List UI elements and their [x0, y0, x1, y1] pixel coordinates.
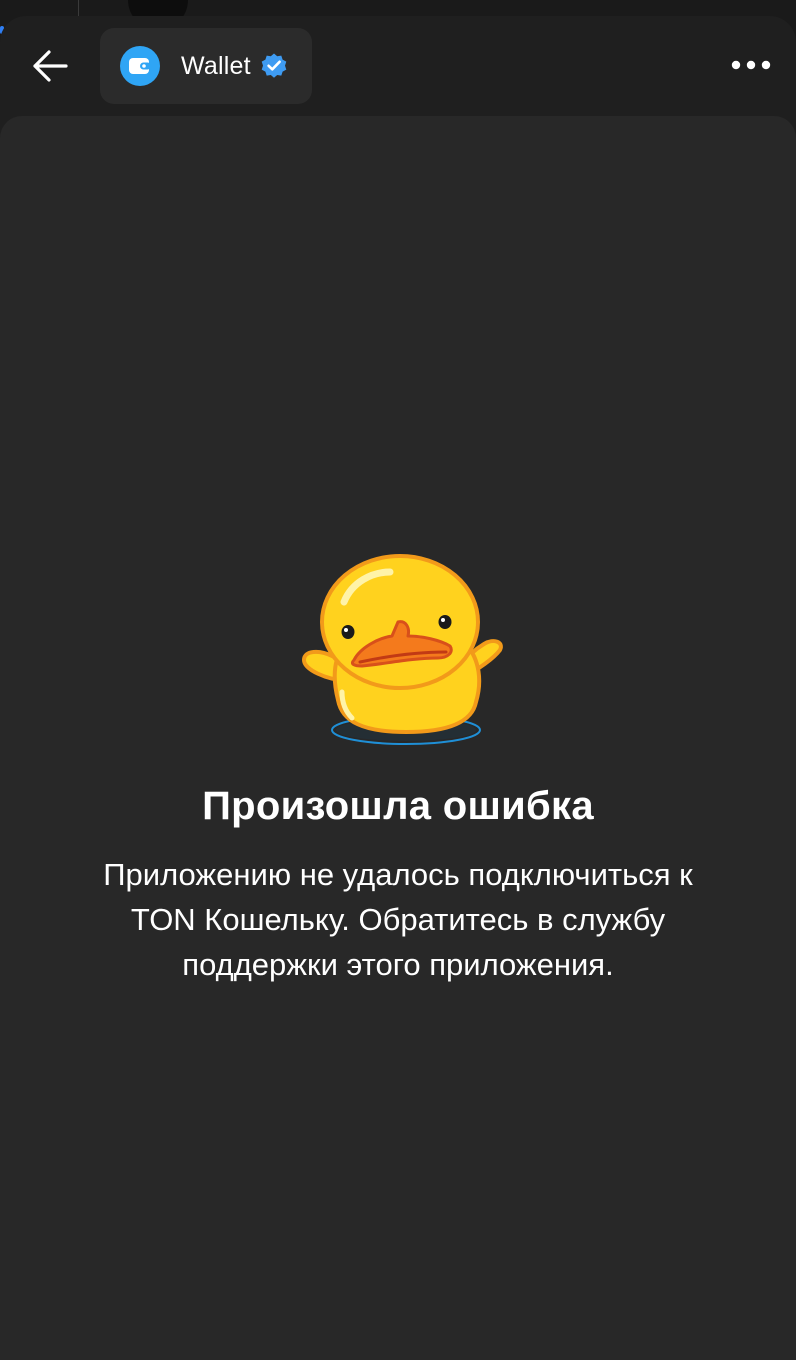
verified-badge-icon [260, 52, 288, 80]
background-divider [78, 0, 79, 16]
error-title: Произошла ошибка [202, 784, 594, 828]
more-horizontal-icon [731, 57, 771, 75]
wallet-icon [120, 46, 160, 86]
app-title-pill[interactable]: Wallet [100, 28, 312, 104]
duck-shrug-icon [298, 552, 508, 752]
back-button[interactable] [20, 38, 80, 98]
app-frame: Wallet Произошла ошибка Приложению не уд… [0, 0, 796, 1360]
app-title: Wallet [181, 51, 251, 80]
error-screen: Произошла ошибка Приложению не удалось п… [0, 116, 796, 1360]
error-description: Приложению не удалось подключиться к TON… [103, 857, 693, 982]
more-menu-button[interactable] [726, 44, 776, 88]
mini-app-sheet: Wallet Произошла ошибка Приложению не уд… [0, 16, 796, 1360]
arrow-left-icon [31, 49, 69, 88]
mini-app-header: Wallet [0, 16, 796, 116]
